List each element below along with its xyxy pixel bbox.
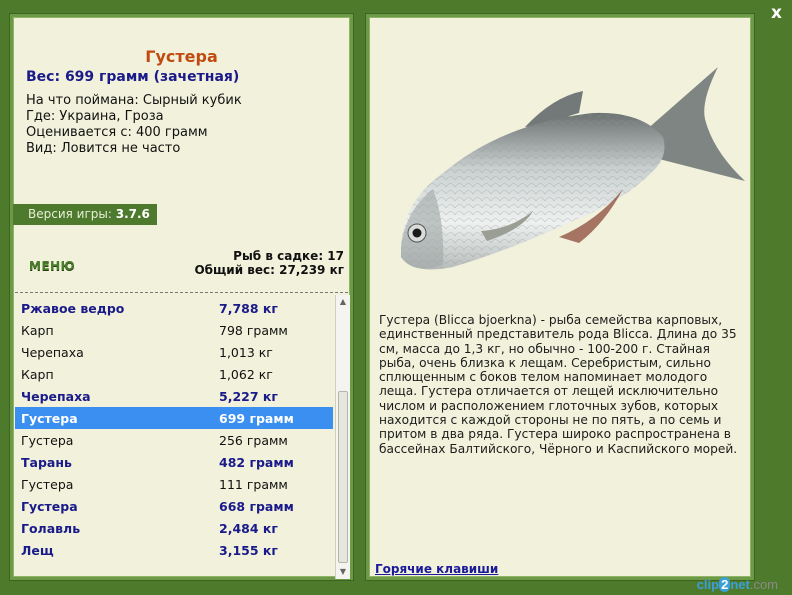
catch-name: Голавль bbox=[21, 520, 81, 536]
catch-name: Густера bbox=[21, 432, 74, 448]
watermark-part-4: .com bbox=[749, 577, 778, 592]
catch-list-row[interactable]: Густера 111 грамм bbox=[15, 473, 333, 495]
catch-list-row[interactable]: Густера 668 грамм bbox=[15, 495, 333, 517]
catch-name: Черепаха bbox=[21, 388, 91, 404]
catch-list-row[interactable]: Ржавое ведро 7,788 кг bbox=[15, 297, 333, 319]
hotkeys-link[interactable]: Горячие клавиши bbox=[375, 562, 498, 576]
catch-weight: 256 грамм bbox=[219, 432, 288, 448]
catch-name: Черепаха bbox=[21, 344, 84, 360]
divider bbox=[15, 292, 348, 293]
catch-name: Карп bbox=[21, 366, 54, 382]
catch-weight: 1,013 кг bbox=[219, 344, 273, 360]
version-value: 3.7.6 bbox=[115, 207, 150, 221]
catch-list: Ржавое ведро 7,788 кг Карп 798 грамм Черепах… bbox=[15, 297, 333, 561]
catch-weight: 7,788 кг bbox=[219, 300, 278, 316]
catch-list-row[interactable]: Тарань 482 грамм bbox=[15, 451, 333, 473]
version-bar: Версия игры: 3.7.6 bbox=[13, 204, 157, 225]
catch-list-row[interactable]: Черепаха 1,013 кг bbox=[15, 341, 333, 363]
menu-button[interactable]: МЕНЮ bbox=[29, 259, 75, 273]
catch-weight: 5,227 кг bbox=[219, 388, 278, 404]
fish-description-panel: Густера (Blicca bjoerkna) - рыба семейст… bbox=[366, 14, 754, 580]
bait-info: На что поймана: Сырный кубик bbox=[26, 93, 242, 108]
catch-name: Густера bbox=[21, 476, 74, 492]
catch-name: Густера bbox=[21, 498, 78, 514]
catch-list-row[interactable]: Голавль 2,484 кг bbox=[15, 517, 333, 539]
catch-name: Ржавое ведро bbox=[21, 300, 125, 316]
catch-list-row[interactable]: Карп 798 грамм bbox=[15, 319, 333, 341]
catch-name: Тарань bbox=[21, 454, 72, 470]
rarity-info: Вид: Ловится не часто bbox=[26, 141, 181, 156]
scroll-thumb[interactable] bbox=[338, 391, 348, 563]
scroll-down-arrow-icon[interactable]: ▼ bbox=[336, 565, 350, 579]
scroll-up-arrow-icon[interactable]: ▲ bbox=[336, 295, 350, 309]
catch-name: Карп bbox=[21, 322, 54, 338]
catch-weight: 3,155 кг bbox=[219, 542, 278, 558]
location-info: Где: Украина, Гроза bbox=[26, 109, 164, 124]
fish-image bbox=[401, 67, 745, 270]
keepnet-count: Рыб в садке: 17 bbox=[233, 249, 344, 263]
fish-description: Густера (Blicca bjoerkna) - рыба семейст… bbox=[379, 313, 738, 456]
catch-list-row[interactable]: Густера 699 грамм bbox=[15, 407, 333, 429]
watermark-part-1: clip bbox=[696, 577, 720, 592]
watermark-part-2: 2 bbox=[719, 577, 731, 592]
valuation-info: Оценивается с: 400 грамм bbox=[26, 125, 208, 140]
version-label: Версия игры: bbox=[28, 207, 112, 221]
catch-weight: 111 грамм bbox=[219, 476, 288, 492]
catch-list-row[interactable]: Лещ 3,155 кг bbox=[15, 539, 333, 561]
close-button[interactable]: x bbox=[771, 3, 782, 23]
catch-list-row[interactable]: Густера 256 грамм bbox=[15, 429, 333, 451]
fish-weight: Вес: 699 грамм (зачетная) bbox=[26, 69, 240, 85]
fish-info-panel: Густера Вес: 699 грамм (зачетная) На что… bbox=[10, 14, 353, 580]
clip2net-watermark: clip 2 net.com bbox=[697, 577, 778, 592]
catch-weight: 699 грамм bbox=[219, 410, 294, 426]
catch-list-row[interactable]: Черепаха 5,227 кг bbox=[15, 385, 333, 407]
catch-weight: 2,484 кг bbox=[219, 520, 278, 536]
catch-name: Густера bbox=[21, 410, 78, 426]
catch-weight: 482 грамм bbox=[219, 454, 294, 470]
watermark-part-3: net bbox=[730, 577, 750, 592]
fish-name: Густера bbox=[145, 47, 218, 66]
catch-list-row[interactable]: Карп 1,062 кг bbox=[15, 363, 333, 385]
catch-weight: 1,062 кг bbox=[219, 366, 273, 382]
catch-name: Лещ bbox=[21, 542, 54, 558]
catch-weight: 798 грамм bbox=[219, 322, 288, 338]
keepnet-total-weight: Общий вес: 27,239 кг bbox=[194, 263, 344, 277]
catch-list-scrollbar[interactable]: ▲ ▼ bbox=[335, 295, 350, 579]
catch-weight: 668 грамм bbox=[219, 498, 294, 514]
